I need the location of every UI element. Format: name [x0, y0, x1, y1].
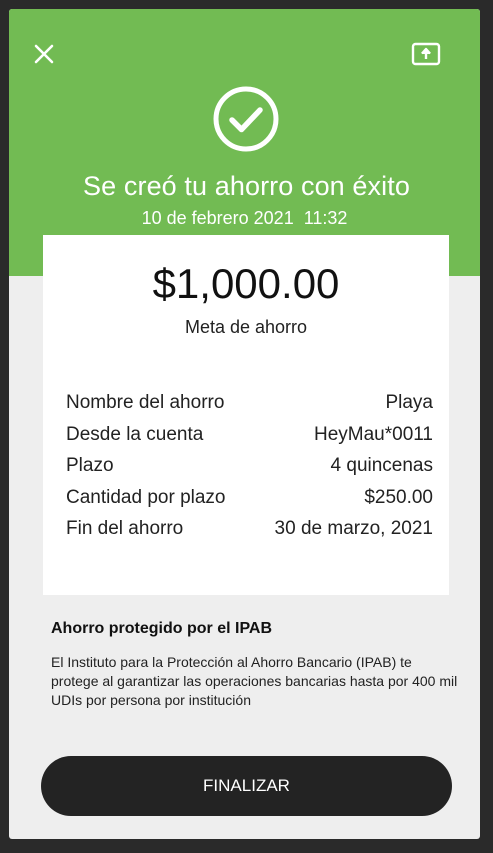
close-icon — [34, 44, 54, 64]
detail-row-end-date: Fin del ahorro 30 de marzo, 2021 — [66, 518, 433, 550]
detail-label: Nombre del ahorro — [66, 392, 225, 413]
detail-value: Playa — [385, 392, 433, 413]
detail-value: $250.00 — [364, 486, 433, 508]
savings-amount: $1,000.00 — [152, 260, 340, 307]
detail-value: 30 de marzo, 2021 — [274, 518, 433, 539]
detail-row-account: Desde la cuenta HeyMau*0011 — [66, 424, 433, 456]
savings-summary-card: $1,000.00 Meta de ahorro Nombre del ahor… — [43, 235, 449, 595]
check-circle-icon — [212, 85, 280, 153]
success-title: Se creó tu ahorro con éxito — [83, 171, 410, 201]
detail-row-term: Plazo 4 quincenas — [66, 455, 433, 487]
finish-button[interactable]: FINALIZAR — [41, 756, 452, 816]
transaction-datetime: 10 de febrero 2021 11:32 — [141, 208, 348, 228]
detail-label: Desde la cuenta — [66, 423, 204, 445]
share-button[interactable] — [411, 42, 441, 66]
detail-label: Fin del ahorro — [66, 518, 184, 539]
detail-row-name: Nombre del ahorro Playa — [66, 392, 433, 424]
savings-amount-label: Meta de ahorro — [184, 317, 308, 337]
share-icon — [411, 42, 441, 66]
ipab-title: Ahorro protegido por el IPAB — [51, 620, 273, 637]
close-button[interactable] — [33, 43, 55, 65]
detail-row-amount-per-term: Cantidad por plazo $250.00 — [66, 487, 433, 519]
detail-value: HeyMau*0011 — [313, 423, 433, 445]
detail-label: Plazo — [66, 455, 114, 476]
detail-list: Nombre del ahorro Playa Desde la cuenta … — [66, 392, 433, 550]
detail-label: Cantidad por plazo — [66, 486, 226, 508]
detail-value: 4 quincenas — [330, 455, 433, 476]
ipab-description: El Instituto para la Protección al Ahorr… — [51, 654, 458, 708]
receipt-screen: Se creó tu ahorro con éxito 10 de febrer… — [9, 9, 480, 839]
